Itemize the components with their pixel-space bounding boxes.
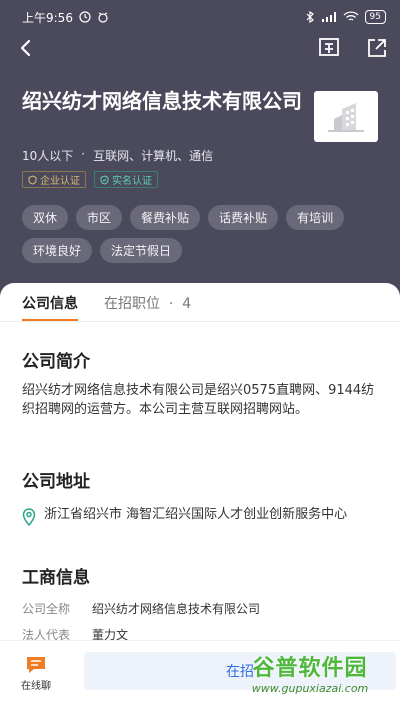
- report-icon[interactable]: [318, 37, 340, 59]
- company-name: 绍兴纺才网络信息技术有限公司: [22, 89, 302, 113]
- enterprise-verified-badge: 企业认证: [22, 171, 86, 188]
- watermark: 谷普软件园 www.gupuxiazai.com: [222, 650, 398, 702]
- company-meta: 10人以下 · 互联网、计算机、通信: [22, 147, 213, 164]
- address-text: 浙江省绍兴市 海智汇绍兴国际人才创业创新服务中心: [44, 507, 348, 522]
- tab-bar: 公司信息 在招职位 · 4: [22, 293, 191, 321]
- intro-text: 绍兴纺才网络信息技术有限公司是绍兴0575直聘网、9144纺织招聘网的运营方。本…: [22, 383, 375, 417]
- benefit-tag: 有培训: [286, 205, 345, 230]
- building-icon: [328, 102, 364, 132]
- benefit-tags: 双休 市区 餐费补贴 话费补贴 有培训 环境良好 法定节假日: [22, 205, 382, 263]
- address-title: 公司地址: [22, 472, 90, 492]
- verification-badges: 企业认证 实名认证: [22, 171, 158, 188]
- company-industry: 互联网、计算机、通信: [93, 149, 214, 163]
- tab-company-info[interactable]: 公司信息: [22, 293, 78, 321]
- intro-title: 公司简介: [22, 352, 90, 372]
- business-title: 工商信息: [22, 568, 90, 588]
- shield-check-icon: [100, 174, 109, 185]
- company-size: 10人以下: [22, 149, 74, 163]
- benefit-tag: 法定节假日: [100, 238, 183, 263]
- enterprise-verified-label: 企业认证: [40, 176, 80, 187]
- chat-bubble-icon: [27, 657, 45, 673]
- shield-icon: [28, 174, 37, 185]
- business-label: 公司全称: [22, 602, 71, 616]
- tab-divider: [0, 321, 400, 322]
- realname-verified-label: 实名认证: [112, 176, 152, 187]
- realname-verified-badge: 实名认证: [94, 171, 158, 188]
- status-bar: 上午9:56 95: [0, 0, 400, 34]
- benefit-tag: 双休: [22, 205, 69, 230]
- tab-open-jobs-count: 4: [182, 296, 192, 312]
- battery-indicator: 95: [364, 10, 386, 24]
- meta-separator: ·: [81, 147, 86, 161]
- business-row: 公司全称 绍兴纺才网络信息技术有限公司: [22, 600, 260, 617]
- back-arrow-icon[interactable]: [14, 36, 38, 60]
- address-row[interactable]: 浙江省绍兴市 海智汇绍兴国际人才创业创新服务中心: [22, 506, 378, 526]
- share-icon[interactable]: [366, 37, 388, 59]
- watermark-title: 谷普软件园: [252, 656, 368, 681]
- benefit-tag: 环境良好: [22, 238, 93, 263]
- business-value: 绍兴纺才网络信息技术有限公司: [92, 602, 261, 616]
- watermark-url: www.gupuxiazai.com: [251, 682, 369, 695]
- alarm-icon: [98, 12, 108, 23]
- online-chat-button[interactable]: 在线聊: [12, 655, 60, 692]
- benefit-tag: 餐费补贴: [130, 205, 201, 230]
- bluetooth-icon: [306, 11, 314, 23]
- tab-separator: ·: [164, 296, 178, 312]
- wifi-icon: [343, 11, 359, 21]
- company-logo: [314, 91, 378, 142]
- online-chat-label: 在线聊: [21, 681, 51, 692]
- status-time: 上午9:56: [22, 10, 73, 25]
- clock-icon: [79, 11, 91, 23]
- location-icon: [22, 508, 36, 526]
- benefit-tag: 话费补贴: [208, 205, 279, 230]
- benefit-tag: 市区: [76, 205, 123, 230]
- tab-open-jobs-label: 在招职位: [104, 296, 160, 312]
- signal-icon: [321, 12, 336, 22]
- tab-open-jobs[interactable]: 在招职位 · 4: [104, 293, 191, 321]
